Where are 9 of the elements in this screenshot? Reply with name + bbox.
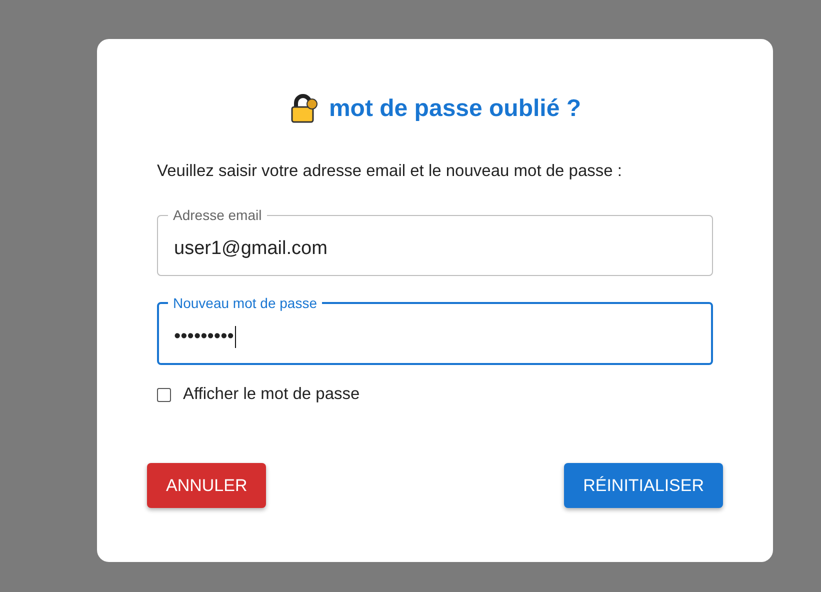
lock-icon [288,94,319,124]
reset-button[interactable]: RÉINITIALISER [564,463,723,508]
input-field[interactable]: Nouveau mot de passe ••••••••• [157,295,713,365]
cancel-button[interactable]: ANNULER [147,463,266,508]
dialog-title: mot de passe oublié ? [328,95,582,123]
instruction-text: Veuillez saisir votre adresse email et le nouveau mot de passe : [157,162,623,181]
input-field[interactable]: Adresse email user1@gmail.com [157,207,713,276]
checkbox[interactable] [157,388,171,402]
checkbox-label: Afficher le mot de passe [183,385,360,404]
